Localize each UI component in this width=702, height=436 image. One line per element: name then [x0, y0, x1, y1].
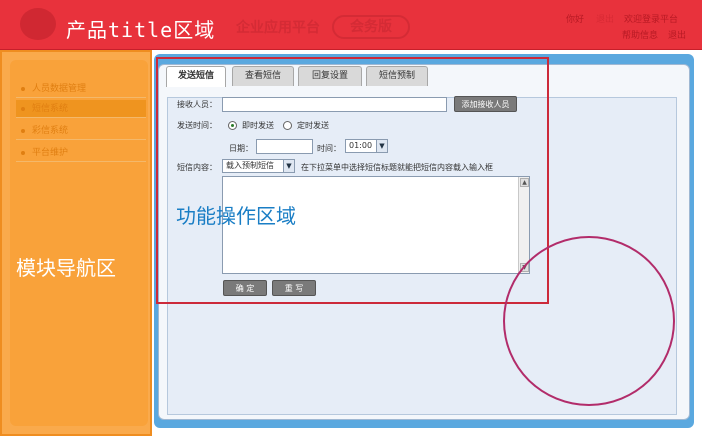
sidebar-panel: 人员数据管理 短信系统 彩信系统 平台维护: [10, 60, 148, 426]
bullet-icon: [21, 87, 25, 91]
sidebar-item-mms[interactable]: 彩信系统: [16, 122, 146, 140]
sidebar: 人员数据管理 短信系统 彩信系统 平台维护 模块导航区: [0, 50, 152, 436]
bullet-icon: [21, 151, 25, 155]
sidebar-item-label: 人员数据管理: [32, 84, 87, 94]
sidebar-item-label: 短信系统: [32, 104, 69, 114]
app-name: 企业应用平台: [236, 20, 320, 36]
bullet-icon: [21, 129, 25, 133]
logo-icon: [20, 8, 56, 40]
sidebar-item-personnel[interactable]: 人员数据管理: [16, 80, 146, 98]
greeting-link[interactable]: 你好: [566, 12, 584, 25]
sidebar-item-label: 平台维护: [32, 148, 69, 158]
annotation-circle: [503, 236, 675, 406]
sidebar-item-label: 彩信系统: [32, 126, 69, 136]
logout-link[interactable]: 退出: [668, 28, 686, 41]
nav-region-title: 模块导航区: [16, 256, 116, 280]
sidebar-item-sms[interactable]: 短信系统: [16, 100, 146, 118]
annotation-rectangle: [156, 57, 549, 304]
header-region-title: 产品title区域: [66, 18, 216, 42]
sidebar-item-maintenance[interactable]: 平台维护: [16, 144, 146, 162]
welcome-link[interactable]: 欢迎登录平台: [624, 12, 678, 25]
username-link[interactable]: 退出: [596, 12, 614, 25]
product-header: 产品title区域 企业应用平台 会务版 你好 退出 欢迎登录平台 帮助信息 退…: [0, 0, 702, 50]
bullet-icon: [21, 107, 25, 111]
help-link[interactable]: 帮助信息: [622, 28, 658, 41]
edition-badge: 会务版: [332, 15, 410, 39]
